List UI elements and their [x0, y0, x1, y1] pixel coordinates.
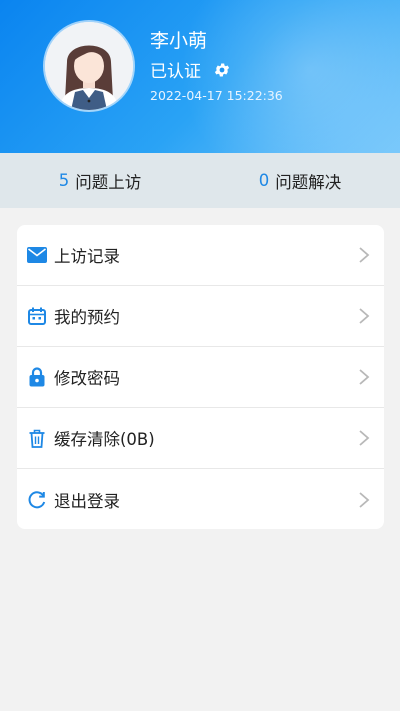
- menu-item-clear-cache[interactable]: 缓存清除(0B): [17, 408, 384, 469]
- stat-issues-resolved[interactable]: 0 问题解决: [200, 153, 400, 208]
- user-name: 李小萌: [150, 30, 208, 52]
- gear-icon[interactable]: [213, 61, 231, 79]
- chevron-right-icon: [358, 246, 370, 264]
- stat-label: 问题解决: [275, 172, 342, 192]
- menu-item-label: 修改密码: [54, 369, 120, 388]
- trash-icon: [27, 428, 47, 448]
- stat-count: 5: [58, 171, 70, 190]
- menu-item-petition-records[interactable]: 上访记录: [17, 225, 384, 286]
- stat-issues-submitted[interactable]: 5 问题上访: [0, 153, 200, 208]
- menu-item-change-password[interactable]: 修改密码: [17, 347, 384, 408]
- refresh-icon: [27, 490, 47, 510]
- menu-item-label: 退出登录: [54, 491, 120, 511]
- menu-item-my-appointments[interactable]: 我的预约: [17, 286, 384, 347]
- verification-row: 已认证: [150, 57, 231, 82]
- profile-header: 李小萌 已认证 2022-04-17 15:22:36: [0, 0, 400, 153]
- menu-item-label: 上访记录: [54, 247, 120, 266]
- chevron-right-icon: [358, 429, 370, 447]
- avatar[interactable]: [45, 22, 133, 110]
- mail-icon: [27, 245, 47, 265]
- calendar-icon: [27, 306, 47, 326]
- stat-label: 问题上访: [75, 172, 142, 192]
- lock-icon: [27, 367, 47, 387]
- verification-status: 已认证: [150, 62, 201, 82]
- avatar-illustration: [45, 22, 133, 110]
- chevron-right-icon: [358, 307, 370, 325]
- stat-count: 0: [258, 171, 270, 190]
- login-timestamp: 2022-04-17 15:22:36: [150, 88, 283, 103]
- menu-item-logout[interactable]: 退出登录: [17, 469, 384, 529]
- stats-bar: 5 问题上访 0 问题解决: [0, 153, 400, 208]
- chevron-right-icon: [358, 491, 370, 509]
- chevron-right-icon: [358, 368, 370, 386]
- menu-item-label: 我的预约: [54, 308, 120, 327]
- menu-item-label: 缓存清除(0B): [54, 430, 155, 449]
- menu-card: 上访记录 我的预约 修改密码 缓存清除(0B) 退出登录: [17, 225, 384, 529]
